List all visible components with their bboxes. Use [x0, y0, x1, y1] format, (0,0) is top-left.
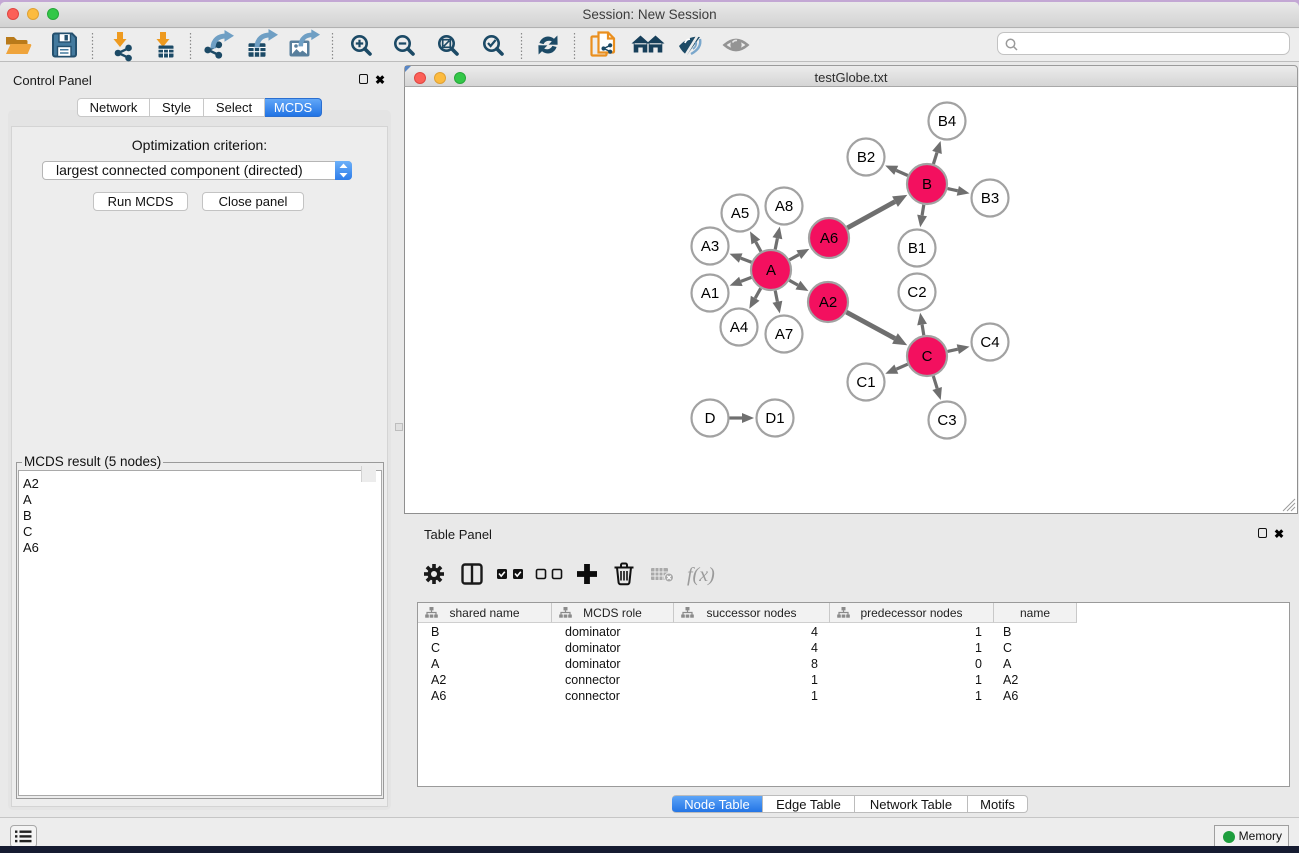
svg-text:A7: A7: [775, 326, 793, 343]
svg-text:A6: A6: [820, 230, 838, 247]
svg-text:C: C: [922, 348, 933, 365]
svg-text:B1: B1: [908, 240, 926, 257]
svg-text:f(x): f(x): [687, 564, 715, 586]
svg-text:A4: A4: [730, 319, 748, 336]
svg-text:C1: C1: [856, 374, 875, 391]
svg-text:B4: B4: [938, 113, 956, 130]
svg-text:A1: A1: [701, 285, 719, 302]
svg-text:A5: A5: [731, 205, 749, 222]
svg-text:B2: B2: [857, 149, 875, 166]
svg-text:A2: A2: [819, 294, 837, 311]
svg-text:D: D: [705, 410, 716, 427]
svg-text:C3: C3: [937, 412, 956, 429]
svg-text:B3: B3: [981, 190, 999, 207]
svg-text:C2: C2: [907, 284, 926, 301]
svg-text:D1: D1: [765, 410, 784, 427]
svg-text:C4: C4: [980, 334, 999, 351]
svg-text:A3: A3: [701, 238, 719, 255]
svg-text:A: A: [766, 262, 776, 279]
svg-text:B: B: [922, 176, 932, 193]
svg-text:A8: A8: [775, 198, 793, 215]
